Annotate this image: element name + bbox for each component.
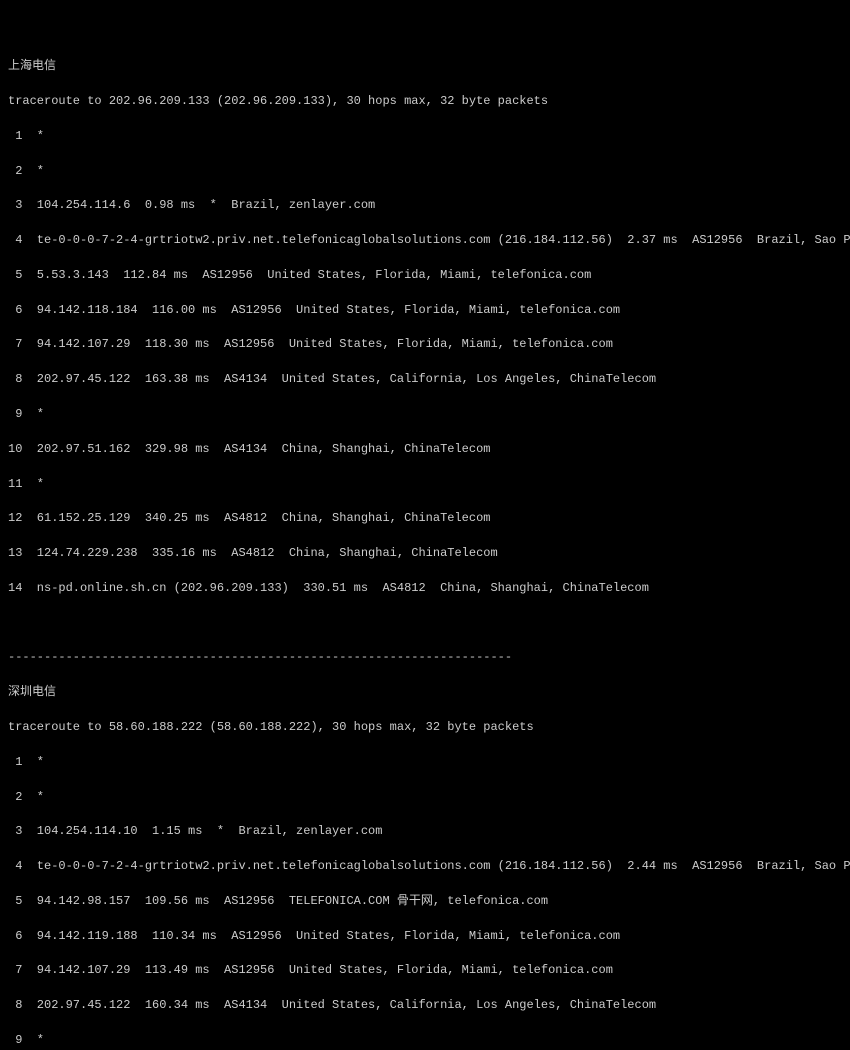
hop-line: 6 94.142.119.188 110.34 ms AS12956 Unite… [8,928,842,945]
hop-line: 8 202.97.45.122 163.38 ms AS4134 United … [8,371,842,388]
hop-line: 10 202.97.51.162 329.98 ms AS4134 China,… [8,441,842,458]
hop-line: 5 94.142.98.157 109.56 ms AS12956 TELEFO… [8,893,842,910]
hop-line: 7 94.142.107.29 118.30 ms AS12956 United… [8,336,842,353]
hop-line: 14 ns-pd.online.sh.cn (202.96.209.133) 3… [8,580,842,597]
hop-line: 2 * [8,789,842,806]
hop-line: 8 202.97.45.122 160.34 ms AS4134 United … [8,997,842,1014]
trace-header-2: traceroute to 58.60.188.222 (58.60.188.2… [8,719,842,736]
separator: ----------------------------------------… [8,649,842,666]
hop-line: 9 * [8,406,842,423]
hop-line: 5 5.53.3.143 112.84 ms AS12956 United St… [8,267,842,284]
hop-line: 3 104.254.114.6 0.98 ms * Brazil, zenlay… [8,197,842,214]
hop-line: 4 te-0-0-0-7-2-4-grtriotw2.priv.net.tele… [8,858,842,875]
hop-line: 13 124.74.229.238 335.16 ms AS4812 China… [8,545,842,562]
trace-title-2: 深圳电信 [8,684,842,701]
hop-line: 9 * [8,1032,842,1049]
hop-line: 3 104.254.114.10 1.15 ms * Brazil, zenla… [8,823,842,840]
hop-line: 6 94.142.118.184 116.00 ms AS12956 Unite… [8,302,842,319]
trace-header-1: traceroute to 202.96.209.133 (202.96.209… [8,93,842,110]
hop-line: 4 te-0-0-0-7-2-4-grtriotw2.priv.net.tele… [8,232,842,249]
hop-line: 11 * [8,476,842,493]
trace-title-1: 上海电信 [8,58,842,75]
hop-line: 2 * [8,163,842,180]
hop-line: 7 94.142.107.29 113.49 ms AS12956 United… [8,962,842,979]
hop-line: 1 * [8,128,842,145]
hop-line: 12 61.152.25.129 340.25 ms AS4812 China,… [8,510,842,527]
blank-line [8,615,842,632]
hop-line: 1 * [8,754,842,771]
